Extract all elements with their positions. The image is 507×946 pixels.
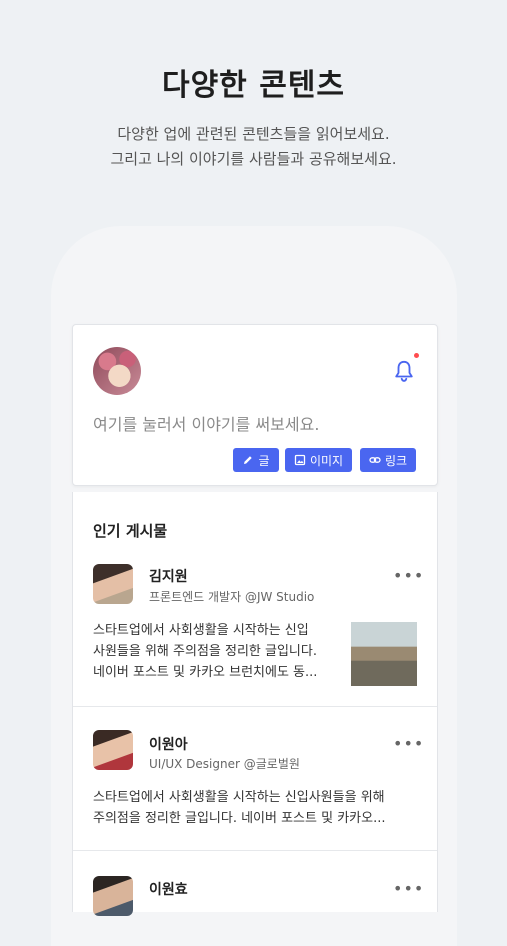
post-excerpt-line: 사원들을 위해 주의점을 정리한 글입니다. bbox=[93, 644, 317, 659]
post-excerpt[interactable]: 스타트업에서 사회생활을 시작하는 신입사원들을 위해 주의점을 정리한 글입니… bbox=[93, 787, 385, 829]
section-title: 인기 게시물 bbox=[93, 522, 168, 540]
avatar[interactable] bbox=[93, 564, 133, 604]
post-thumbnail[interactable] bbox=[351, 622, 417, 686]
add-image-label: 이미지 bbox=[309, 453, 344, 468]
list-item[interactable]: 이원효 ••• bbox=[73, 876, 437, 916]
add-link-label: 링크 bbox=[384, 453, 408, 468]
notification-dot bbox=[414, 353, 419, 358]
write-post-label: 글 bbox=[258, 453, 270, 468]
list-item[interactable]: 이원아 UI/UX Designer @글로벌원 ••• 스타트업에서 사회생활… bbox=[73, 730, 437, 840]
more-options-icon[interactable]: ••• bbox=[393, 879, 424, 898]
popular-posts-feed: 인기 게시물 김지원 프론트엔드 개발자 @JW Studio ••• 스타트업… bbox=[72, 492, 438, 916]
more-options-icon[interactable]: ••• bbox=[393, 566, 424, 585]
more-options-icon[interactable]: ••• bbox=[393, 734, 424, 753]
pencil-icon bbox=[244, 456, 253, 464]
hero-title: 다양한 콘텐츠 bbox=[161, 68, 346, 103]
post-author[interactable]: 김지원 bbox=[149, 566, 188, 586]
post-author[interactable]: 이원아 bbox=[149, 734, 188, 754]
divider bbox=[73, 706, 437, 707]
post-author-meta: UI/UX Designer @글로벌원 bbox=[149, 757, 300, 771]
add-image-button[interactable]: 이미지 bbox=[285, 448, 352, 472]
post-excerpt-line: 스타트업에서 사회생활을 시작하는 신입 bbox=[93, 623, 309, 638]
post-excerpt-line: 주의점을 정리한 글입니다. 네이버 포스트 및 카카오... bbox=[93, 811, 386, 826]
hero-subtitle-line1: 다양한 업에 관련된 콘텐츠들을 읽어보세요. bbox=[117, 125, 390, 143]
bell-icon[interactable] bbox=[393, 359, 415, 383]
post-author[interactable]: 이원효 bbox=[149, 879, 188, 899]
hero-subtitle-line2: 그리고 나의 이야기를 사람들과 공유해보세요. bbox=[110, 150, 397, 168]
divider bbox=[73, 850, 437, 851]
post-excerpt-line: 스타트업에서 사회생활을 시작하는 신입사원들을 위해 bbox=[93, 790, 385, 805]
link-icon bbox=[369, 457, 381, 463]
composer-placeholder[interactable]: 여기를 눌러서 이야기를 써보세요. bbox=[93, 411, 319, 435]
avatar[interactable] bbox=[93, 876, 133, 916]
avatar[interactable] bbox=[93, 730, 133, 770]
add-link-button[interactable]: 링크 bbox=[360, 448, 416, 472]
avatar[interactable] bbox=[93, 347, 141, 395]
hero-subtitle: 다양한 업에 관련된 콘텐츠들을 읽어보세요. 그리고 나의 이야기를 사람들과… bbox=[0, 122, 507, 172]
write-post-button[interactable]: 글 bbox=[233, 448, 279, 472]
post-excerpt-line: 네이버 포스트 및 카카오 브런치에도 동... bbox=[93, 665, 318, 680]
post-excerpt[interactable]: 스타트업에서 사회생활을 시작하는 신입 사원들을 위해 주의점을 정리한 글입… bbox=[93, 620, 317, 683]
post-author-meta: 프론트엔드 개발자 @JW Studio bbox=[149, 590, 315, 604]
image-icon bbox=[294, 454, 306, 466]
post-composer[interactable]: 여기를 눌러서 이야기를 써보세요. 글 이미지 링크 bbox=[72, 324, 438, 486]
list-item[interactable]: 김지원 프론트엔드 개발자 @JW Studio ••• 스타트업에서 사회생활… bbox=[73, 564, 437, 704]
